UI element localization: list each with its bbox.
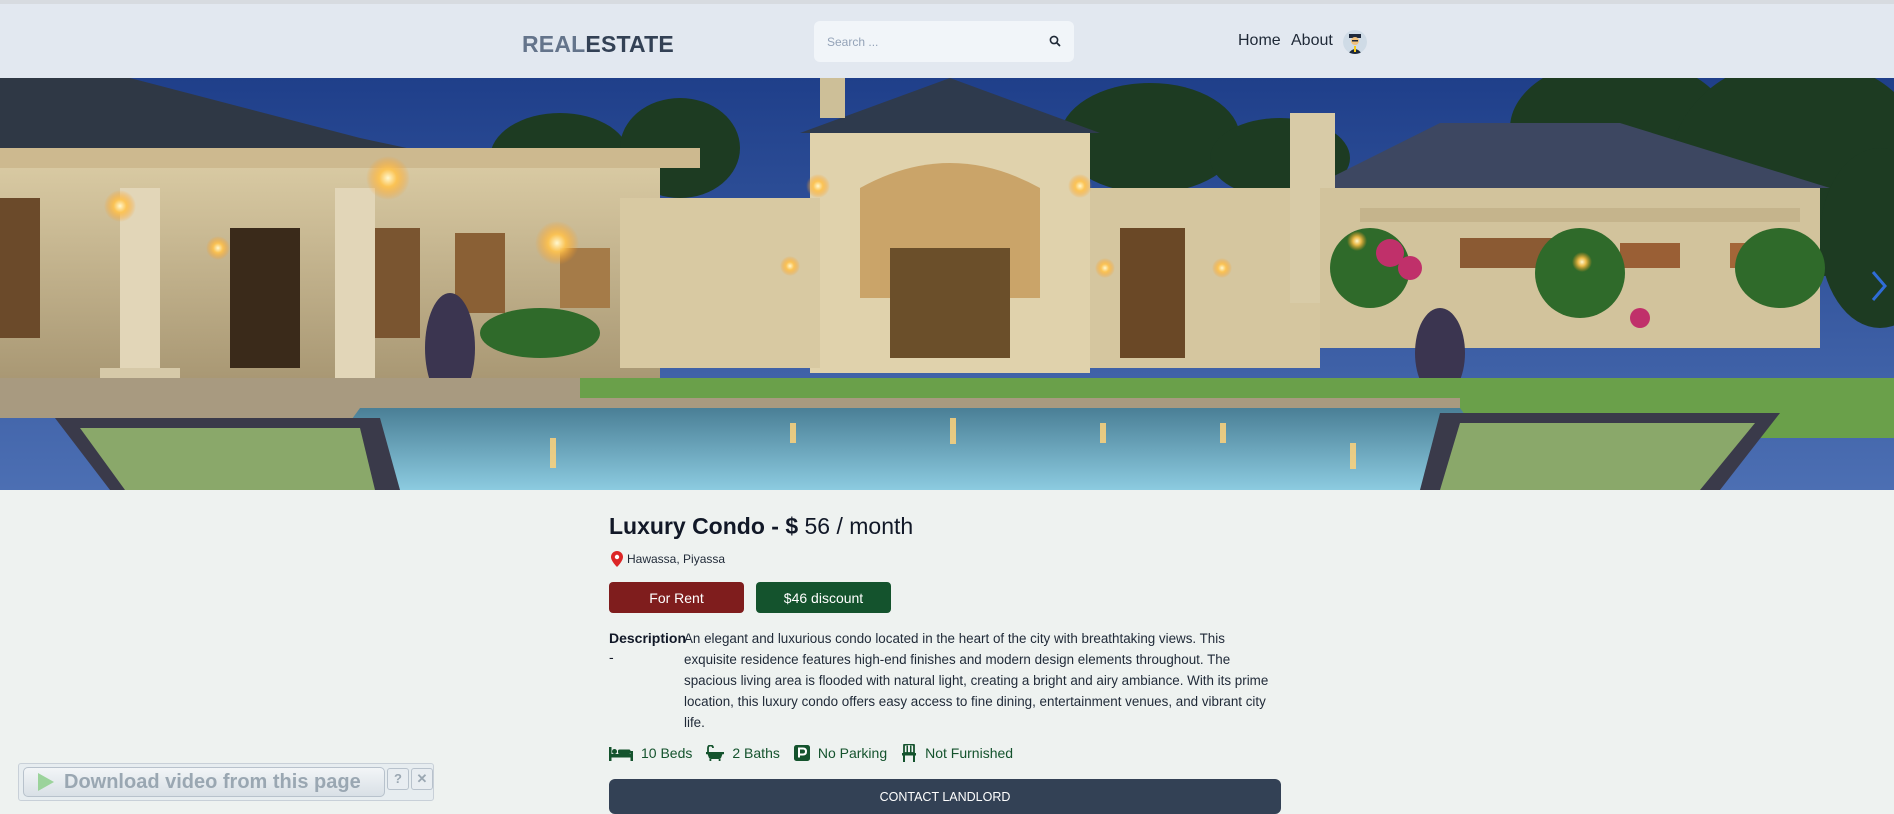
avatar-icon (1343, 30, 1367, 54)
play-icon (38, 773, 54, 791)
discount-badge[interactable]: $46 discount (756, 582, 891, 613)
parking-icon (793, 745, 810, 761)
furnished-status: Not Furnished (925, 745, 1014, 761)
hero-image (0, 78, 1894, 490)
bath-icon (706, 745, 725, 761)
download-video-label: Download video from this page (64, 770, 361, 793)
feature-parking: No Parking (793, 745, 888, 761)
site-logo[interactable]: REALESTATE (522, 31, 674, 58)
description-label: Description (609, 630, 687, 646)
search-icon[interactable] (1048, 34, 1062, 48)
site-header: REALESTATE Search ... Home About (0, 4, 1894, 79)
parking-status: No Parking (817, 745, 888, 761)
search-box[interactable]: Search ... (814, 21, 1074, 62)
villa-pool-photo (0, 78, 1894, 490)
download-video-overlay: Download video from this page ? ✕ (18, 763, 434, 801)
user-avatar[interactable] (1343, 30, 1367, 54)
price-prefix: - $ (764, 513, 805, 539)
search-input[interactable]: Search ... (827, 35, 878, 49)
chevron-right-icon[interactable] (1870, 268, 1888, 304)
chair-icon (902, 744, 917, 762)
listing-location: Hawassa, Piyassa (611, 551, 725, 567)
map-pin-icon (611, 551, 623, 567)
description-dash: - (609, 649, 614, 665)
logo-real: REAL (522, 31, 586, 57)
baths-count: 2 Baths (732, 745, 780, 761)
close-overlay-button[interactable]: ✕ (411, 768, 433, 790)
contact-landlord-button[interactable]: CONTACT LANDLORD (609, 779, 1281, 814)
listing-title: Luxury Condo - $ 56 / month (609, 513, 913, 540)
feature-baths: 2 Baths (706, 745, 780, 761)
for-rent-badge[interactable]: For Rent (609, 582, 744, 613)
feature-furnished: Not Furnished (901, 744, 1013, 762)
location-text: Hawassa, Piyassa (627, 552, 726, 566)
listing-price: 56 / month (804, 513, 914, 539)
nav-home-link[interactable]: Home (1238, 32, 1281, 50)
description-text: An elegant and luxurious condo located i… (684, 631, 1269, 730)
bed-icon (609, 747, 633, 761)
help-button[interactable]: ? (387, 768, 409, 790)
feature-beds: 10 Beds (609, 745, 692, 761)
nav-about-link[interactable]: About (1291, 32, 1333, 50)
download-video-button[interactable]: Download video from this page (23, 767, 385, 797)
features-row: 10 Beds 2 Baths No Parking Not Furnished (609, 744, 1027, 762)
listing-name: Luxury Condo (609, 513, 765, 539)
logo-estate: ESTATE (585, 31, 674, 57)
beds-count: 10 Beds (641, 745, 693, 761)
